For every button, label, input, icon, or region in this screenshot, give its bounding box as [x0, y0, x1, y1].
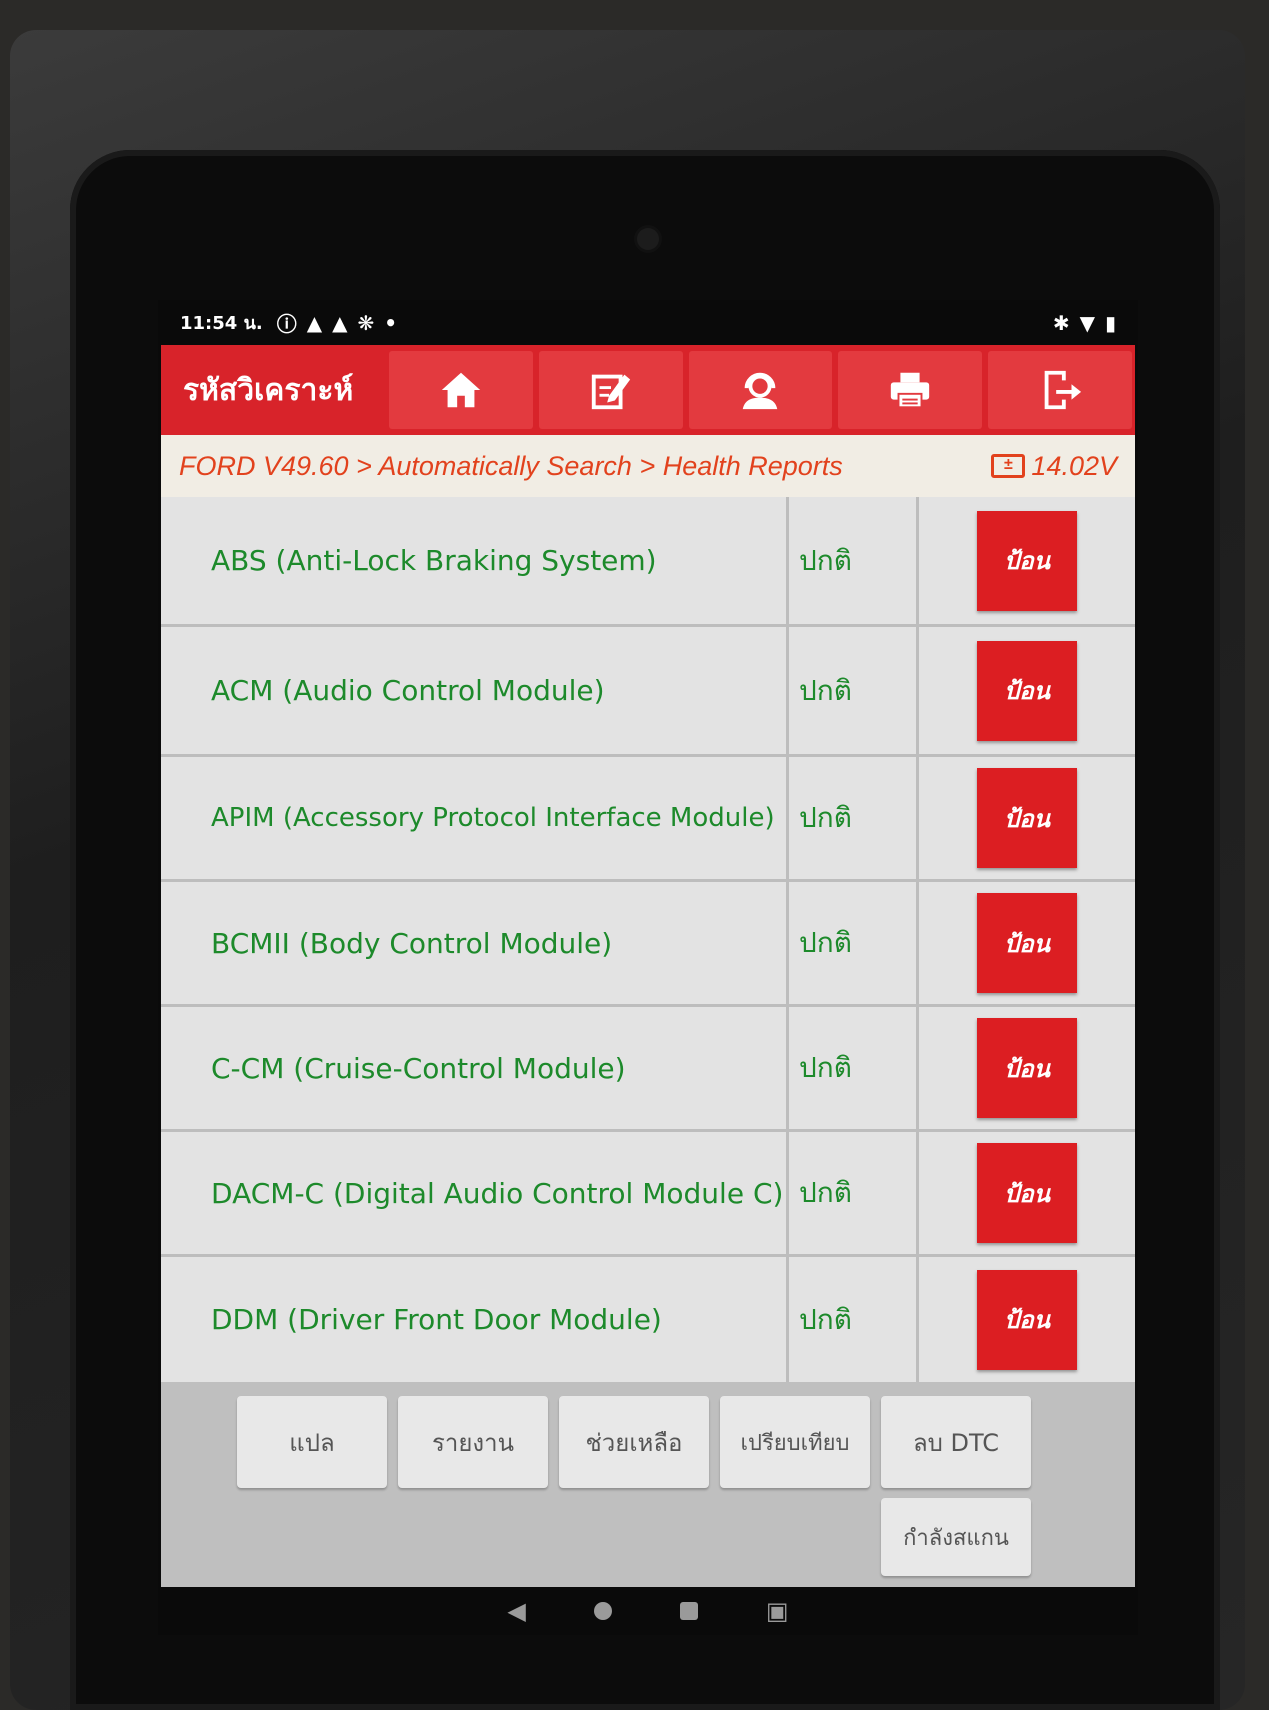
enter-button[interactable]: ป้อน [977, 1018, 1077, 1118]
status-bar: 11:54 น. ⓘ ▲ ▲ ❋ • ✱ ▼ ▮ [158, 300, 1138, 345]
status-right-icons: ✱ ▼ ▮ [1053, 311, 1116, 335]
car-battery-icon: ± [991, 454, 1026, 478]
breadcrumb-path: FORD V49.60 > Automatically Search > Hea… [179, 450, 843, 481]
module-name: DDM (Driver Front Door Module) [161, 1257, 789, 1382]
enter-button[interactable]: ป้อน [977, 1143, 1077, 1243]
exit-icon [1044, 370, 1082, 410]
enter-button[interactable]: ป้อน [977, 640, 1077, 741]
module-name: ACM (Audio Control Module) [161, 627, 789, 754]
report-button[interactable]: รายงาน [398, 1396, 548, 1488]
support-button[interactable] [688, 351, 833, 429]
alert-icon: ⓘ [276, 312, 297, 336]
voltage-value: 14.02V [1031, 450, 1117, 481]
battery-icon: ▮ [1104, 310, 1116, 335]
enter-button[interactable]: ป้อน [977, 768, 1077, 868]
module-status: ปกติ [789, 497, 919, 624]
dot-icon: • [384, 310, 398, 335]
module-name: APIM (Accessory Protocol Interface Modul… [161, 757, 789, 879]
help-button[interactable]: ช่วยเหลือ [559, 1396, 709, 1488]
list-item: DACM-C (Digital Audio Control Module C) … [161, 1132, 1135, 1257]
list-item: ABS (Anti-Lock Braking System) ปกติ ป้อน [161, 497, 1135, 627]
support-icon [743, 372, 778, 410]
list-item: DDM (Driver Front Door Module) ปกติ ป้อน [161, 1257, 1135, 1382]
back-icon[interactable]: ◀ [507, 1597, 525, 1625]
bluetooth-icon: ✱ [1052, 310, 1070, 335]
home-button[interactable] [389, 351, 533, 429]
list-item: ACM (Audio Control Module) ปกติ ป้อน [161, 627, 1135, 757]
warning-icon: ▲ [332, 310, 348, 335]
bottom-action-bar: แปล รายงาน ช่วยเหลือ เปรียบเทียบ ลบ DTC … [161, 1382, 1135, 1587]
scanning-button[interactable]: กำลังสแกน [881, 1498, 1031, 1576]
edit-icon [591, 374, 630, 410]
battery-voltage: ± 14.02V [991, 451, 1117, 482]
wifi-icon: ▼ [1079, 310, 1095, 335]
print-icon [891, 372, 930, 409]
exit-button[interactable] [988, 351, 1132, 429]
module-name: C-CM (Cruise-Control Module) [161, 1007, 789, 1129]
module-status: ปกติ [789, 882, 919, 1004]
system-nav-bar: ◀ ▣ [158, 1587, 1138, 1635]
recent-apps-icon[interactable] [679, 1602, 698, 1620]
enter-button[interactable]: ป้อน [977, 510, 1077, 611]
translate-button[interactable]: แปล [237, 1396, 387, 1488]
module-name: DACM-C (Digital Audio Control Module C) [161, 1132, 789, 1254]
front-camera [637, 228, 659, 250]
status-time: 11:54 น. [180, 313, 263, 334]
module-status: ปกติ [789, 757, 919, 879]
module-status: ปกติ [789, 627, 919, 754]
clear-dtc-button[interactable]: ลบ DTC [881, 1396, 1031, 1488]
home-icon [441, 372, 481, 408]
bluetooth-icon: ❋ [357, 310, 375, 335]
tablet-screen: 11:54 น. ⓘ ▲ ▲ ❋ • ✱ ▼ ▮ รหัสวิเคราะห์ F… [158, 300, 1138, 1635]
module-name: ABS (Anti-Lock Braking System) [161, 497, 789, 624]
compare-button[interactable]: เปรียบเทียบ [720, 1396, 870, 1488]
warning-icon: ▲ [306, 310, 323, 335]
breadcrumb: FORD V49.60 > Automatically Search > Hea… [161, 435, 1135, 497]
list-item: BCMII (Body Control Module) ปกติ ป้อน [161, 882, 1135, 1007]
enter-button[interactable]: ป้อน [977, 893, 1077, 993]
home-nav-icon[interactable] [593, 1602, 612, 1620]
edit-button[interactable] [538, 351, 683, 429]
enter-button[interactable]: ป้อน [977, 1269, 1077, 1370]
app-title: รหัสวิเคราะห์ [183, 372, 354, 408]
module-name: BCMII (Body Control Module) [161, 882, 789, 1004]
list-item: C-CM (Cruise-Control Module) ปกติ ป้อน [161, 1007, 1135, 1132]
module-list: ABS (Anti-Lock Braking System) ปกติ ป้อน… [161, 497, 1135, 1382]
module-status: ปกติ [789, 1007, 919, 1129]
module-status: ปกติ [789, 1132, 919, 1254]
app-header: รหัสวิเคราะห์ [161, 345, 1135, 435]
print-button[interactable] [838, 351, 983, 429]
screenshot-icon[interactable]: ▣ [766, 1597, 789, 1625]
list-item: APIM (Accessory Protocol Interface Modul… [161, 757, 1135, 882]
module-status: ปกติ [789, 1257, 919, 1382]
